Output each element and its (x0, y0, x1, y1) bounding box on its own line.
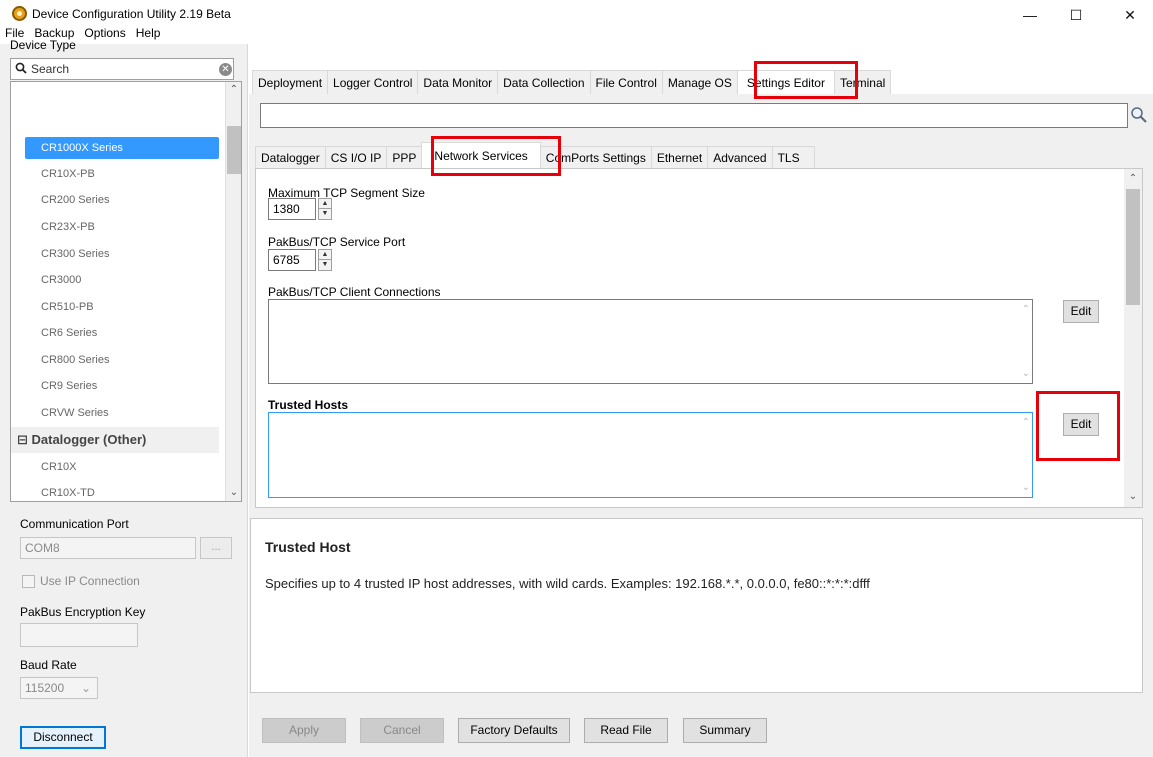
scroll-down-icon[interactable]: ⌄ (1125, 489, 1141, 505)
tab-tls[interactable]: TLS (771, 146, 815, 168)
scroll-thumb[interactable] (1126, 189, 1140, 305)
settings-panel: Maximum TCP Segment Size 1380 ▲ ▼ PakBus… (255, 168, 1143, 508)
baud-rate-value: 115200 (25, 681, 65, 695)
client-connections-label: PakBus/TCP Client Connections (268, 285, 441, 299)
encryption-key-field[interactable] (20, 623, 138, 647)
scroll-down-icon[interactable]: ⌄ (226, 485, 241, 501)
communication-port-label: Communication Port (20, 517, 129, 531)
tab-advanced[interactable]: Advanced (707, 146, 773, 168)
tab-cs-io-ip[interactable]: CS I/O IP (324, 146, 388, 168)
app-icon (12, 6, 27, 21)
tab-manage-os[interactable]: Manage OS (661, 70, 738, 94)
device-item-cr3000[interactable]: CR3000 (25, 269, 219, 291)
scroll-up-icon[interactable]: ⌃ (1022, 304, 1030, 315)
client-connections-list[interactable]: ⌃ ⌄ (268, 299, 1033, 384)
title-bar: Device Configuration Utility 2.19 Beta —… (0, 0, 1153, 30)
scroll-thumb[interactable] (227, 126, 241, 174)
device-item-cr800[interactable]: CR800 Series (25, 349, 219, 371)
window-title: Device Configuration Utility 2.19 Beta (32, 7, 231, 21)
scroll-up-icon[interactable]: ⌃ (226, 82, 241, 98)
device-type-label: Device Type (10, 38, 76, 52)
device-search[interactable]: Search ✕ (10, 58, 234, 80)
device-list[interactable]: CR1000X Series CR10X-PB CR200 Series CR2… (10, 81, 242, 502)
stepper-up-icon[interactable]: ▲ (319, 199, 331, 209)
maximize-button[interactable]: ☐ (1053, 0, 1099, 30)
scroll-down-icon[interactable]: ⌄ (1022, 368, 1030, 379)
settings-filter-input[interactable] (260, 103, 1128, 128)
service-port-label: PakBus/TCP Service Port (268, 235, 406, 249)
search-icon (15, 62, 27, 74)
device-item-cr1000x[interactable]: CR1000X Series (25, 137, 219, 159)
tab-data-monitor[interactable]: Data Monitor (417, 70, 499, 94)
tab-network-services[interactable]: Network Services (421, 142, 541, 168)
device-item-cr10x-pb[interactable]: CR10X-PB (25, 163, 219, 185)
stepper-down-icon[interactable]: ▼ (319, 209, 331, 219)
tab-datalogger[interactable]: Datalogger (255, 146, 326, 168)
service-port-stepper[interactable]: ▲ ▼ (318, 249, 332, 271)
clear-search-icon[interactable]: ✕ (219, 63, 232, 76)
tab-logger-control[interactable]: Logger Control (327, 70, 419, 94)
settings-sub-tabs: Datalogger CS I/O IP PPP Network Service… (255, 142, 815, 168)
scroll-up-icon[interactable]: ⌃ (1022, 417, 1030, 428)
read-file-button[interactable]: Read File (584, 718, 668, 743)
help-title: Trusted Host (265, 539, 351, 555)
edit-trusted-hosts-button[interactable]: Edit (1063, 413, 1099, 436)
max-tcp-stepper[interactable]: ▲ ▼ (318, 198, 332, 220)
device-item-cr10x[interactable]: CR10X (25, 456, 219, 478)
device-item-cr10x-td[interactable]: CR10X-TD (25, 482, 219, 501)
device-item-cr9[interactable]: CR9 Series (25, 375, 219, 397)
tab-ppp[interactable]: PPP (386, 146, 423, 168)
device-list-scrollbar[interactable]: ⌃ ⌄ (225, 82, 241, 501)
summary-button[interactable]: Summary (683, 718, 767, 743)
tab-file-control[interactable]: File Control (589, 70, 663, 94)
help-panel: Trusted Host Specifies up to 4 trusted I… (250, 518, 1143, 693)
trusted-hosts-list[interactable]: ⌃ ⌄ (268, 412, 1033, 498)
device-item-cr510-pb[interactable]: CR510-PB (25, 296, 219, 318)
use-ip-checkbox[interactable] (22, 575, 35, 588)
device-item-cr6[interactable]: CR6 Series (25, 322, 219, 344)
trusted-hosts-label: Trusted Hosts (268, 398, 349, 412)
device-item-cr23x-pb[interactable]: CR23X-PB (25, 216, 219, 238)
device-item-crvw[interactable]: CRVW Series (25, 402, 219, 424)
max-tcp-input[interactable]: 1380 (268, 198, 316, 220)
search-placeholder: Search (31, 62, 70, 76)
tab-ethernet[interactable]: Ethernet (650, 146, 709, 168)
communication-port-field[interactable]: COM8 (20, 537, 196, 559)
main-tabs: Deployment Logger Control Data Monitor D… (252, 70, 892, 94)
tab-deployment[interactable]: Deployment (252, 70, 329, 94)
menu-help[interactable]: Help (131, 24, 166, 44)
service-port-input[interactable]: 6785 (268, 249, 316, 271)
close-button[interactable]: ✕ (1107, 0, 1153, 30)
settings-scrollbar[interactable]: ⌃ ⌄ (1124, 169, 1142, 507)
tab-data-collection[interactable]: Data Collection (497, 70, 591, 94)
device-group-datalogger-other[interactable]: ⊟ Datalogger (Other) (11, 427, 219, 453)
menu-options[interactable]: Options (79, 24, 130, 44)
search-icon[interactable] (1129, 105, 1149, 125)
scroll-up-icon[interactable]: ⌃ (1125, 171, 1141, 187)
tab-settings-editor[interactable]: Settings Editor (736, 70, 835, 94)
use-ip-label: Use IP Connection (40, 574, 140, 588)
device-item-cr300[interactable]: CR300 Series (25, 243, 219, 265)
edit-client-connections-button[interactable]: Edit (1063, 300, 1099, 323)
browse-port-button[interactable]: ... (200, 537, 232, 559)
factory-defaults-button[interactable]: Factory Defaults (458, 718, 570, 743)
stepper-up-icon[interactable]: ▲ (319, 250, 331, 260)
cancel-button[interactable]: Cancel (360, 718, 444, 743)
chevron-down-icon: ⌄ (80, 681, 91, 695)
device-item-cr200[interactable]: CR200 Series (25, 189, 219, 211)
scroll-down-icon[interactable]: ⌄ (1022, 482, 1030, 493)
tab-terminal[interactable]: Terminal (833, 70, 892, 94)
disconnect-button[interactable]: Disconnect (20, 726, 106, 749)
baud-rate-label: Baud Rate (20, 658, 77, 672)
tab-comports-settings[interactable]: ComPorts Settings (539, 146, 652, 168)
baud-rate-select[interactable]: 115200 ⌄ (20, 677, 98, 699)
help-text: Specifies up to 4 trusted IP host addres… (265, 576, 870, 591)
apply-button[interactable]: Apply (262, 718, 346, 743)
minimize-button[interactable]: — (1007, 0, 1053, 30)
encryption-key-label: PakBus Encryption Key (20, 605, 146, 619)
stepper-down-icon[interactable]: ▼ (319, 260, 331, 270)
